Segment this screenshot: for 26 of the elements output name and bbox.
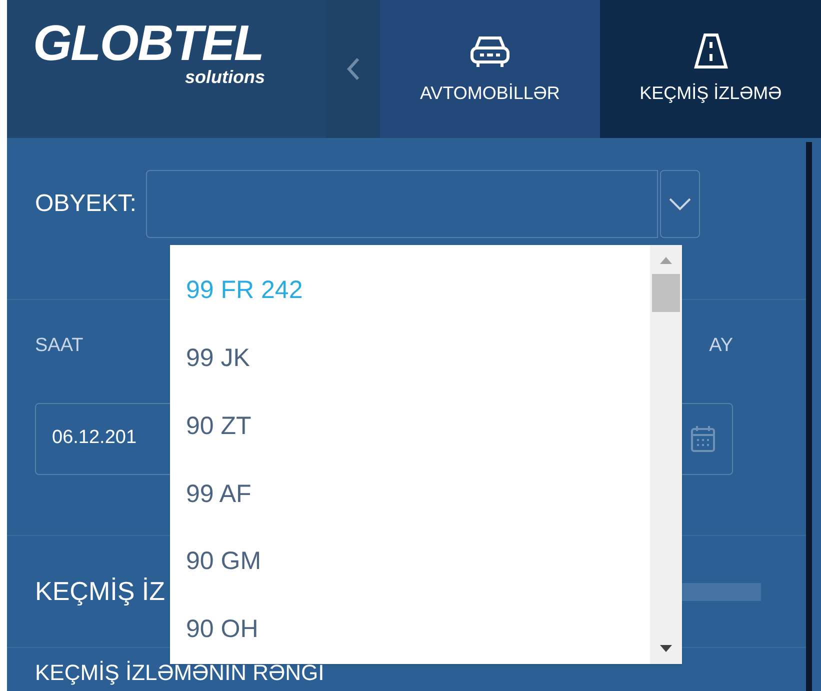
nav-tab[interactable]: KEÇMİŞ İZLƏMƏ bbox=[600, 0, 821, 138]
dropdown-option[interactable]: 90 GM bbox=[186, 528, 650, 596]
scrollbar[interactable] bbox=[650, 245, 682, 664]
object-select-field[interactable] bbox=[146, 170, 658, 238]
chevron-down-icon bbox=[668, 196, 692, 210]
logo-name: GLOBTEL bbox=[33, 18, 264, 68]
dropdown-button[interactable] bbox=[660, 170, 700, 238]
nav-tab[interactable]: AVTOMOBİLLƏR bbox=[380, 0, 600, 138]
scroll-down-icon bbox=[660, 645, 672, 652]
dropdown-option[interactable]: 99 JK bbox=[186, 324, 650, 393]
page-scrollbar[interactable] bbox=[806, 142, 812, 691]
slider-track[interactable] bbox=[681, 582, 761, 600]
chevron-left-icon bbox=[346, 57, 360, 81]
back-button[interactable] bbox=[326, 0, 380, 138]
object-label: OBYEKT: bbox=[35, 188, 136, 218]
history-label: KEÇMİŞ İZ bbox=[35, 575, 166, 608]
scroll-up-icon bbox=[660, 257, 672, 264]
date-value: 06.12.201 bbox=[52, 426, 137, 450]
dropdown-option[interactable]: 90 ZT bbox=[186, 392, 650, 460]
dropdown-option[interactable]: 99 AF bbox=[186, 460, 650, 528]
road-icon bbox=[692, 32, 729, 70]
logo-tagline: solutions bbox=[185, 68, 265, 86]
calendar-icon bbox=[690, 424, 716, 452]
hour-label: SAAT bbox=[35, 334, 84, 358]
month-label: AY bbox=[709, 334, 733, 358]
scroll-thumb[interactable] bbox=[652, 274, 680, 312]
